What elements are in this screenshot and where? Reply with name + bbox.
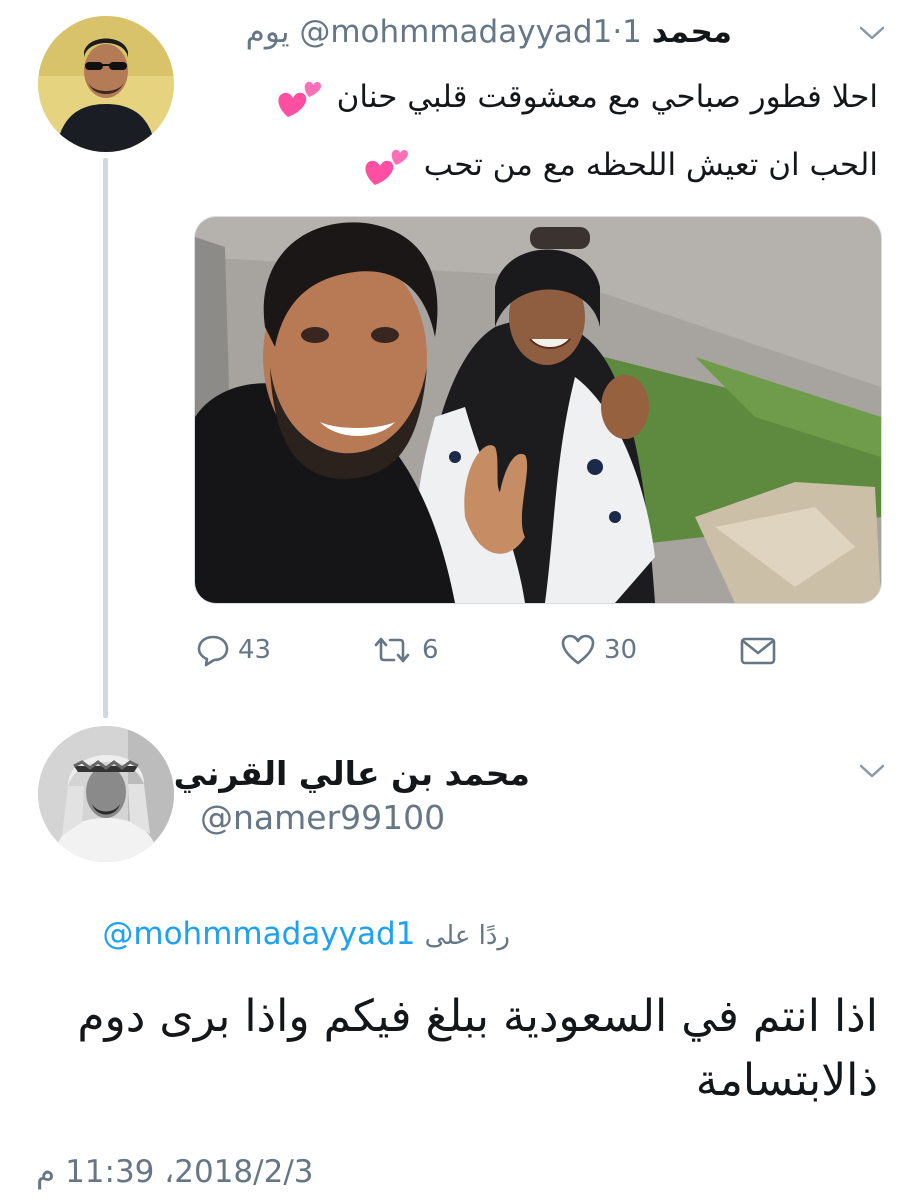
- like-count: 30: [604, 635, 638, 665]
- retweet-count: 6: [422, 635, 439, 665]
- reply-author-avatar[interactable]: [38, 726, 174, 862]
- author-avatar[interactable]: [38, 16, 174, 152]
- thread-connector-line: [103, 158, 108, 718]
- reply-author-name[interactable]: محمد بن عالي القرني: [174, 752, 530, 796]
- tweet-text-line: احلا فطور صباحي مع معشوقت قلبي حنان: [271, 74, 878, 121]
- photo-image: [195, 217, 881, 603]
- avatar-image: [38, 16, 174, 152]
- tweet-timestamp: 2018/2/3، 11:39 م: [36, 1154, 314, 1190]
- tweet-text: احلا فطور صباحي مع معشوقت قلبي حنان: [336, 79, 878, 115]
- tweet-text-line: الحب ان تعيش اللحظه مع من تحب: [358, 142, 878, 189]
- chevron-down-icon[interactable]: [858, 24, 886, 42]
- heart-icon: [561, 634, 595, 665]
- replying-to-line: ردًا على @mohmmadayyad1: [40, 912, 510, 958]
- like-button[interactable]: 30: [560, 630, 637, 670]
- reply-button[interactable]: 43: [196, 630, 271, 670]
- tweet-photo[interactable]: [194, 216, 882, 604]
- reply-mention-link[interactable]: @mohmmadayyad1: [102, 916, 415, 952]
- replying-to-label: ردًا على: [424, 921, 510, 951]
- tweet-header: محمد @mohmmadayyad1·1 يوم: [246, 10, 732, 54]
- two-hearts-emoji-icon: [278, 81, 321, 117]
- chevron-down-icon[interactable]: [858, 762, 886, 780]
- envelope-icon: [740, 637, 776, 665]
- tweet-text: الحب ان تعيش اللحظه مع من تحب: [423, 147, 878, 183]
- author-name[interactable]: محمد: [652, 14, 732, 50]
- separator-dot: ·: [612, 14, 623, 50]
- direct-message-button[interactable]: [738, 630, 778, 670]
- avatar-image: [38, 726, 174, 862]
- reply-author-handle[interactable]: @namer99100: [200, 796, 445, 840]
- retweet-icon: [374, 637, 410, 663]
- author-handle[interactable]: @mohmmadayyad1: [299, 14, 612, 50]
- retweet-button[interactable]: 6: [370, 630, 439, 670]
- speech-bubble-icon: [197, 635, 229, 667]
- two-hearts-emoji-icon: [365, 149, 408, 185]
- reply-count: 43: [238, 635, 272, 665]
- reply-tweet-text: اذا انتم في السعودية ببلغ فيكم واذا برى …: [77, 991, 878, 1106]
